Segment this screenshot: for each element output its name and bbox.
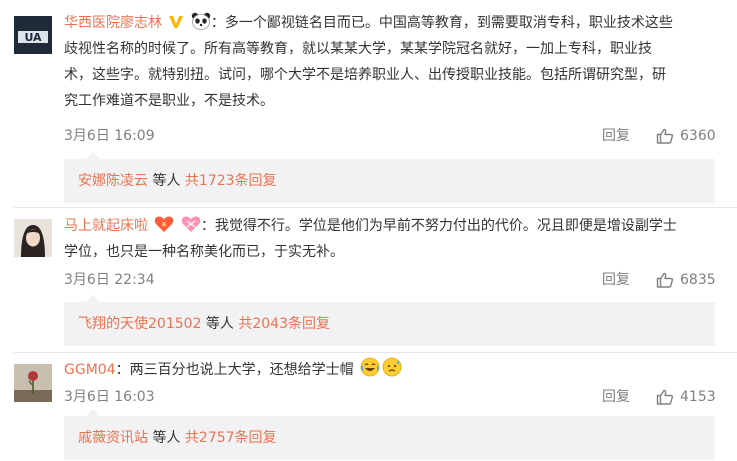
thumbs-up-icon[interactable] [656, 271, 674, 289]
vip-heart-icon [181, 215, 201, 242]
comment-body: 马上就起床啦 6 ：我觉得不行。学位是他们为早前不努力付出的代价。况且即便是增设… [64, 213, 715, 265]
comment-separator: ： [200, 218, 215, 234]
reply-total[interactable]: 共1723条回复 [185, 173, 277, 189]
comment-text: 学位，也只是一种名称美化而已，于实无补。 [64, 244, 344, 260]
svg-text:UA: UA [24, 31, 42, 44]
comment-meta: 3月6日 16:03 回复 4153 [64, 387, 716, 407]
reply-mid-text: 等人 [148, 430, 185, 446]
comment-first-line: 华西医院廖志林 ：多一个鄙视链名目而已。中国高等教育，到需要取消专科，职业技术这… [64, 10, 715, 36]
reply-preview[interactable]: 飞翔的天使201502 等人 共2043条回复 [64, 295, 715, 346]
comment-divider [14, 207, 737, 208]
comment-separator: ： [210, 15, 225, 31]
comment-meta: 3月6日 22:34 回复 6835 [64, 270, 716, 290]
thumbs-up-icon[interactable] [656, 388, 674, 406]
comment-first-line: GGM04：两三百分也说上大学，还想给学士帽 [64, 357, 715, 383]
sweat-emoji-icon [382, 357, 402, 386]
vip-heart-icon: 6 [154, 215, 174, 242]
comment-time: 3月6日 22:34 [64, 272, 155, 288]
comment-meta: 3月6日 16:09 回复 6360 [64, 126, 716, 146]
svg-text:6: 6 [162, 221, 167, 229]
reply-preview[interactable]: 安娜陈凌云 等人 共1723条回复 [64, 152, 715, 203]
thumbs-up-icon[interactable] [656, 127, 674, 145]
comment-divider [14, 352, 737, 353]
like-count: 6360 [680, 128, 716, 144]
reply-user[interactable]: 飞翔的天使201502 [78, 316, 201, 332]
comment-username[interactable]: 马上就起床啦 [64, 218, 148, 234]
comment-time: 3月6日 16:09 [64, 128, 155, 144]
reply-total[interactable]: 共2043条回复 [238, 316, 330, 332]
reply-user[interactable]: 戚薇资讯站 [78, 430, 148, 446]
reply-preview-caret [86, 152, 100, 159]
comment-text: 究工作难道不是职业，不是技术。 [64, 93, 274, 109]
comment-body: 华西医院廖志林 ：多一个鄙视链名目而已。中国高等教育，到需要取消专科，职业技术这… [64, 10, 715, 114]
comment-first-line: 马上就起床啦 6 ：我觉得不行。学位是他们为早前不努力付出的代价。况且即便是增设… [64, 213, 715, 239]
avatar[interactable] [14, 364, 52, 402]
comment-username[interactable]: 华西医院廖志林 [64, 15, 162, 31]
laugh-cry-emoji-icon [360, 357, 380, 386]
avatar[interactable] [14, 219, 52, 257]
like-count: 6835 [680, 272, 716, 288]
reply-button[interactable]: 回复 [602, 387, 630, 407]
comment-text: 两三百分也说上大学，还想给学士帽 [129, 362, 354, 378]
comment-username[interactable]: GGM04 [64, 362, 116, 378]
comment-text: 术，这些字。就特别扭。试问，哪个大学不是培养职业人、出传授职业技能。包括所谓研究… [64, 67, 666, 83]
reply-total[interactable]: 共2757条回复 [185, 430, 277, 446]
comment-separator: ： [115, 362, 130, 378]
reply-button[interactable]: 回复 [602, 126, 630, 146]
reply-button[interactable]: 回复 [602, 270, 630, 290]
reply-mid-text: 等人 [148, 173, 185, 189]
reply-preview-caret [86, 295, 100, 302]
comment-text: 歧视性名称的时候了。所有高等教育，就以某某大学，某某学院冠名就好，一加上专科，职… [64, 41, 652, 57]
comment-text: 我觉得不行。学位是他们为早前不努力付出的代价。况且即便是增设副学士 [214, 218, 677, 234]
comment-text: 多一个鄙视链名目而已。中国高等教育，到需要取消专科，职业技术这些 [224, 15, 673, 31]
reply-mid-text: 等人 [201, 316, 239, 332]
panda-icon [191, 12, 211, 39]
reply-preview-caret [86, 409, 100, 416]
comment-body: GGM04：两三百分也说上大学，还想给学士帽 [64, 357, 715, 383]
comment-time: 3月6日 16:03 [64, 389, 155, 405]
reply-user[interactable]: 安娜陈凌云 [78, 173, 148, 189]
reply-preview[interactable]: 戚薇资讯站 等人 共2757条回复 [64, 409, 715, 460]
like-count: 4153 [680, 389, 716, 405]
avatar[interactable]: UA [14, 16, 52, 54]
